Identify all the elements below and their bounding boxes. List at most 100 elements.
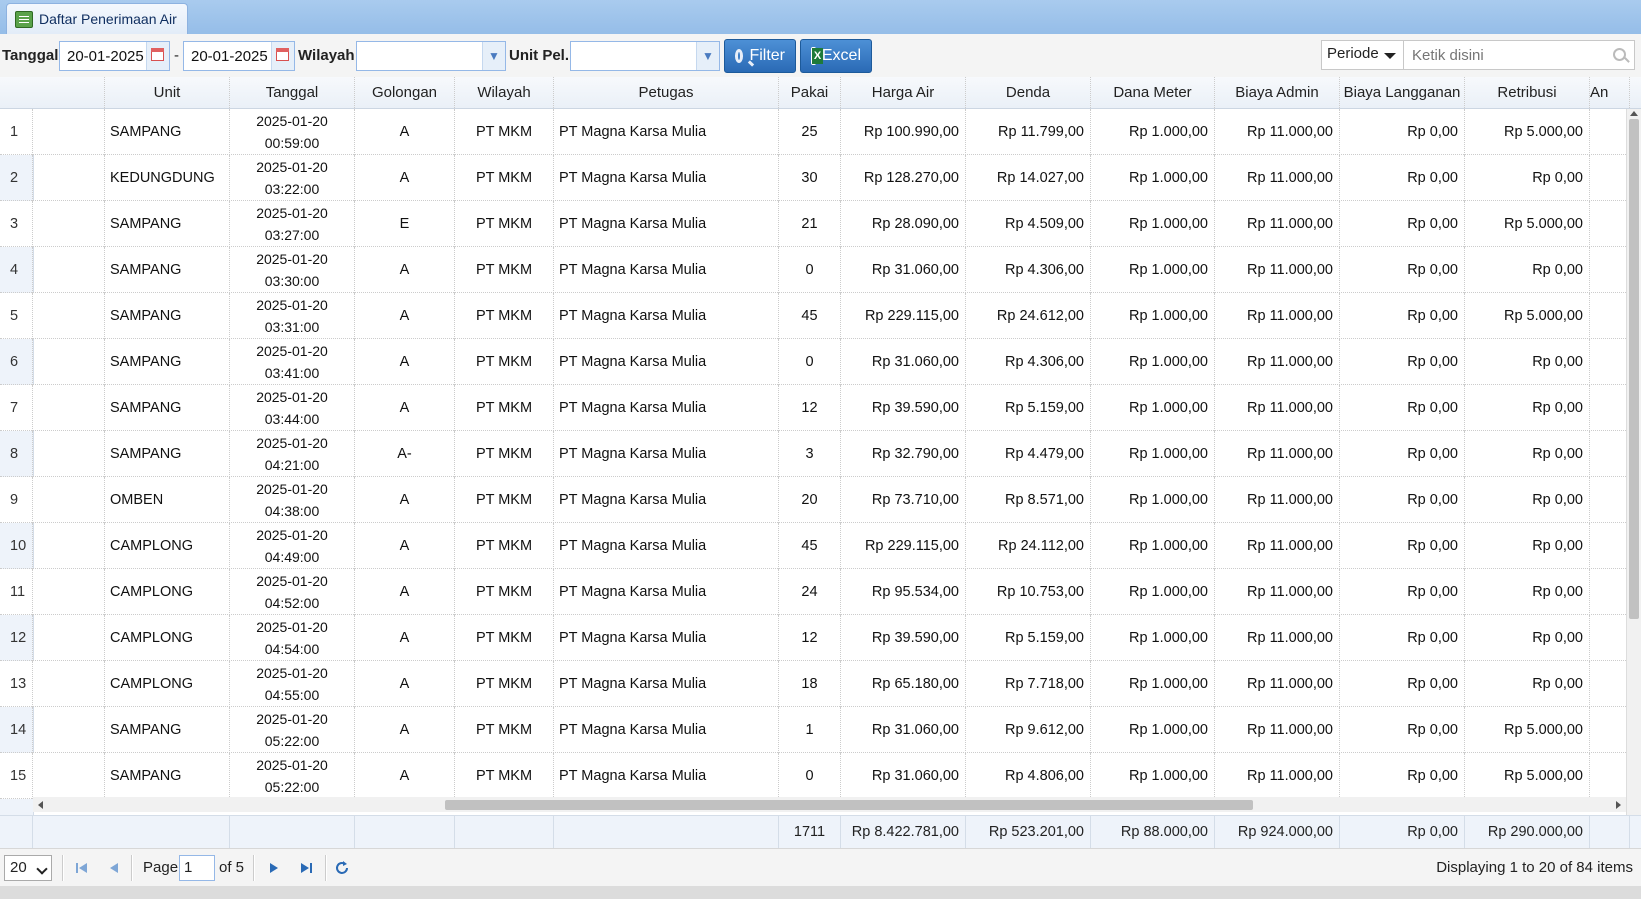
cell-an <box>1590 661 1626 707</box>
table-row[interactable]: 13 CAMPLONG 2025-01-20 04:55:00 A PT MKM PT Ma… <box>0 661 1626 707</box>
cell-admin: Rp 11.000,00 <box>1215 247 1340 293</box>
cell-gol: A <box>355 707 455 753</box>
table-row[interactable]: 12 CAMPLONG 2025-01-20 04:54:00 A PT MKM PT Ma… <box>0 615 1626 661</box>
next-page-icon[interactable] <box>266 860 282 876</box>
date-to-input[interactable] <box>189 47 281 66</box>
excel-button[interactable]: Excel <box>800 39 872 73</box>
wilayah-select[interactable]: ▼ <box>356 41 506 71</box>
cell-petugas: PT Magna Karsa Mulia <box>554 569 779 615</box>
cell-dana: Rp 1.000,00 <box>1091 155 1215 201</box>
search-box[interactable] <box>1404 40 1635 70</box>
calendar-icon[interactable] <box>271 42 294 70</box>
pagination-bar: 20 Page 1 of 5 Displaying 1 to 20 of 84 … <box>0 848 1641 886</box>
column-header-pakai[interactable]: Pakai <box>779 77 841 108</box>
column-header-harga[interactable]: Harga Air <box>841 77 966 108</box>
column-header-unit[interactable]: Unit <box>105 77 230 108</box>
cell-gol: A <box>355 753 455 799</box>
column-header-denda[interactable]: Denda <box>966 77 1091 108</box>
cell-blank <box>33 661 105 707</box>
chevron-down-icon[interactable]: ▼ <box>696 42 719 70</box>
scroll-right-icon[interactable] <box>1616 801 1621 809</box>
table-row[interactable]: 6 SAMPANG 2025-01-20 03:41:00 A PT MKM PT Magn… <box>0 339 1626 385</box>
cell-denda: Rp 24.612,00 <box>966 293 1091 339</box>
table-row[interactable]: 9 OMBEN 2025-01-20 04:38:00 A PT MKM PT Magna … <box>0 477 1626 523</box>
column-header-retribusi[interactable]: Retribusi <box>1465 77 1590 108</box>
cell-retribusi: Rp 5.000,00 <box>1465 293 1590 339</box>
date-from-input[interactable] <box>65 47 157 66</box>
cell-pakai: 0 <box>779 339 841 385</box>
table-row[interactable]: 10 CAMPLONG 2025-01-20 04:49:00 A PT MKM PT Ma… <box>0 523 1626 569</box>
cell-time: 00:59:00 <box>264 135 320 151</box>
column-header-petugas[interactable]: Petugas <box>554 77 779 108</box>
cell-denda: Rp 7.718,00 <box>966 661 1091 707</box>
table-row[interactable]: 14 SAMPANG 2025-01-20 05:22:00 A PT MKM PT Mag… <box>0 707 1626 753</box>
vertical-scrollbar[interactable] <box>1626 109 1641 845</box>
date-to-field[interactable] <box>183 41 295 71</box>
column-header-admin[interactable]: Biaya Admin <box>1215 77 1340 108</box>
filter-button[interactable]: Filter <box>724 39 796 73</box>
wilayah-label: Wilayah <box>298 47 355 64</box>
total-denda: Rp 523.201,00 <box>966 816 1091 848</box>
table-row[interactable]: 8 SAMPANG 2025-01-20 04:21:00 A- PT MKM PT Mag… <box>0 431 1626 477</box>
table-row[interactable]: 1 SAMPANG 2025-01-20 00:59:00 A PT MKM PT Magn… <box>0 109 1626 155</box>
cell-dana: Rp 1.000,00 <box>1091 247 1215 293</box>
scroll-left-icon[interactable] <box>38 801 43 809</box>
cell-unit: CAMPLONG <box>105 569 230 615</box>
column-header-date[interactable]: Tanggal <box>230 77 355 108</box>
cell-an <box>1590 247 1626 293</box>
cell-admin: Rp 11.000,00 <box>1215 477 1340 523</box>
periode-select[interactable]: Periode <box>1321 40 1404 70</box>
last-page-icon[interactable] <box>298 860 314 876</box>
table-row[interactable]: 15 SAMPANG 2025-01-20 05:22:00 A PT MKM PT Mag… <box>0 753 1626 799</box>
page-number-input[interactable]: 1 <box>179 855 215 881</box>
scroll-thumb[interactable] <box>1629 119 1639 619</box>
total-retribusi: Rp 290.000,00 <box>1465 816 1590 848</box>
row-number: 10 <box>0 523 33 569</box>
cell-dana: Rp 1.000,00 <box>1091 385 1215 431</box>
table-row[interactable]: 11 CAMPLONG 2025-01-20 04:52:00 A PT MKM PT Ma… <box>0 569 1626 615</box>
cell-gol: A <box>355 339 455 385</box>
calendar-icon[interactable] <box>146 42 169 70</box>
cell-dana: Rp 1.000,00 <box>1091 753 1215 799</box>
horizontal-scrollbar[interactable] <box>33 797 1626 812</box>
total-unit <box>33 816 230 848</box>
table-row[interactable]: 7 SAMPANG 2025-01-20 03:44:00 A PT MKM PT Magn… <box>0 385 1626 431</box>
table-row[interactable]: 4 SAMPANG 2025-01-20 03:30:00 A PT MKM PT Magn… <box>0 247 1626 293</box>
chevron-down-icon[interactable]: ▼ <box>482 42 505 70</box>
refresh-icon[interactable] <box>334 860 350 876</box>
unit-pel-select[interactable]: ▼ <box>570 41 720 71</box>
cell-retribusi: Rp 5.000,00 <box>1465 201 1590 247</box>
cell-pakai: 45 <box>779 523 841 569</box>
first-page-icon[interactable] <box>74 860 90 876</box>
cell-wil: PT MKM <box>455 155 554 201</box>
cell-gol: A <box>355 477 455 523</box>
search-icon[interactable] <box>1613 48 1626 61</box>
column-header-gol[interactable]: Golongan <box>355 77 455 108</box>
column-header-langganan[interactable]: Biaya Langganan <box>1340 77 1465 108</box>
page-size-select[interactable]: 20 <box>4 855 52 881</box>
cell-retribusi: Rp 0,00 <box>1465 523 1590 569</box>
total-admin: Rp 924.000,00 <box>1215 816 1340 848</box>
table-row[interactable]: 3 SAMPANG 2025-01-20 03:27:00 E PT MKM PT Magn… <box>0 201 1626 247</box>
column-header-an[interactable]: An <box>1590 77 1630 108</box>
cell-blank <box>33 569 105 615</box>
search-input[interactable] <box>1410 46 1604 65</box>
cell-gol: A- <box>355 431 455 477</box>
prev-page-icon[interactable] <box>106 860 122 876</box>
cell-date: 2025-01-20 <box>256 619 328 635</box>
column-header-dana[interactable]: Dana Meter <box>1091 77 1215 108</box>
cell-admin: Rp 11.000,00 <box>1215 155 1340 201</box>
cell-wil: PT MKM <box>455 615 554 661</box>
tab-daftar-penerimaan-air[interactable]: Daftar Penerimaan Air <box>6 3 188 34</box>
cell-pakai: 12 <box>779 385 841 431</box>
cell-gol: A <box>355 569 455 615</box>
cell-date: 2025-01-20 03:41:00 <box>230 339 355 385</box>
scroll-up-icon[interactable] <box>1630 111 1638 116</box>
table-row[interactable]: 5 SAMPANG 2025-01-20 03:31:00 A PT MKM PT Magn… <box>0 293 1626 339</box>
column-header-wil[interactable]: Wilayah <box>455 77 554 108</box>
cell-denda: Rp 4.306,00 <box>966 339 1091 385</box>
date-from-field[interactable] <box>59 41 170 71</box>
hscroll-thumb[interactable] <box>445 800 1253 810</box>
table-row[interactable]: 2 KEDUNGDUNG 2025-01-20 03:22:00 A PT MKM PT M… <box>0 155 1626 201</box>
cell-time: 03:41:00 <box>264 365 320 381</box>
